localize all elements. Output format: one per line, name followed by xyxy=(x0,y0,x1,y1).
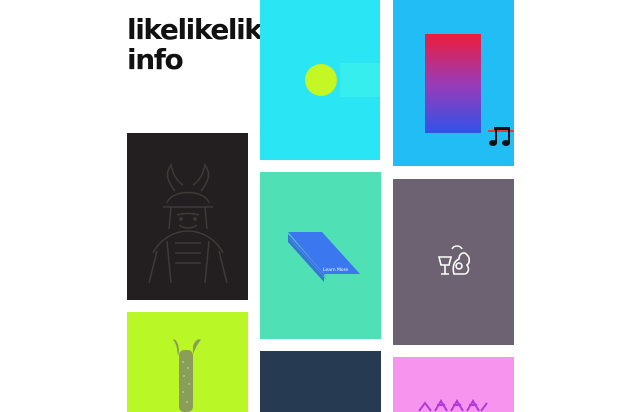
project-tile-lime[interactable] xyxy=(127,312,248,412)
project-tile-sky[interactable] xyxy=(393,0,514,166)
purple-pattern-icon xyxy=(418,399,488,412)
site-logo[interactable]: likelikelike info xyxy=(127,13,280,76)
learn-more-link[interactable]: Learn More xyxy=(323,268,348,273)
logo-line-2: info xyxy=(127,43,184,76)
stacked-cards-icon xyxy=(288,232,360,282)
project-tile-learn-more[interactable] xyxy=(260,172,381,339)
music-notes-icon xyxy=(488,127,514,146)
cactus-illustration xyxy=(173,339,201,412)
cup-bird-icon xyxy=(437,245,471,275)
project-tile-navy[interactable] xyxy=(260,351,381,412)
project-tile-mauve[interactable] xyxy=(393,179,514,345)
lime-circle-icon xyxy=(305,63,380,97)
project-tile-cyan[interactable] xyxy=(260,0,380,160)
logo-line-1: likelikelike xyxy=(127,13,280,46)
project-tile-pink[interactable] xyxy=(393,357,514,412)
project-tile-samurai[interactable] xyxy=(127,133,248,300)
samurai-illustration xyxy=(148,163,228,284)
